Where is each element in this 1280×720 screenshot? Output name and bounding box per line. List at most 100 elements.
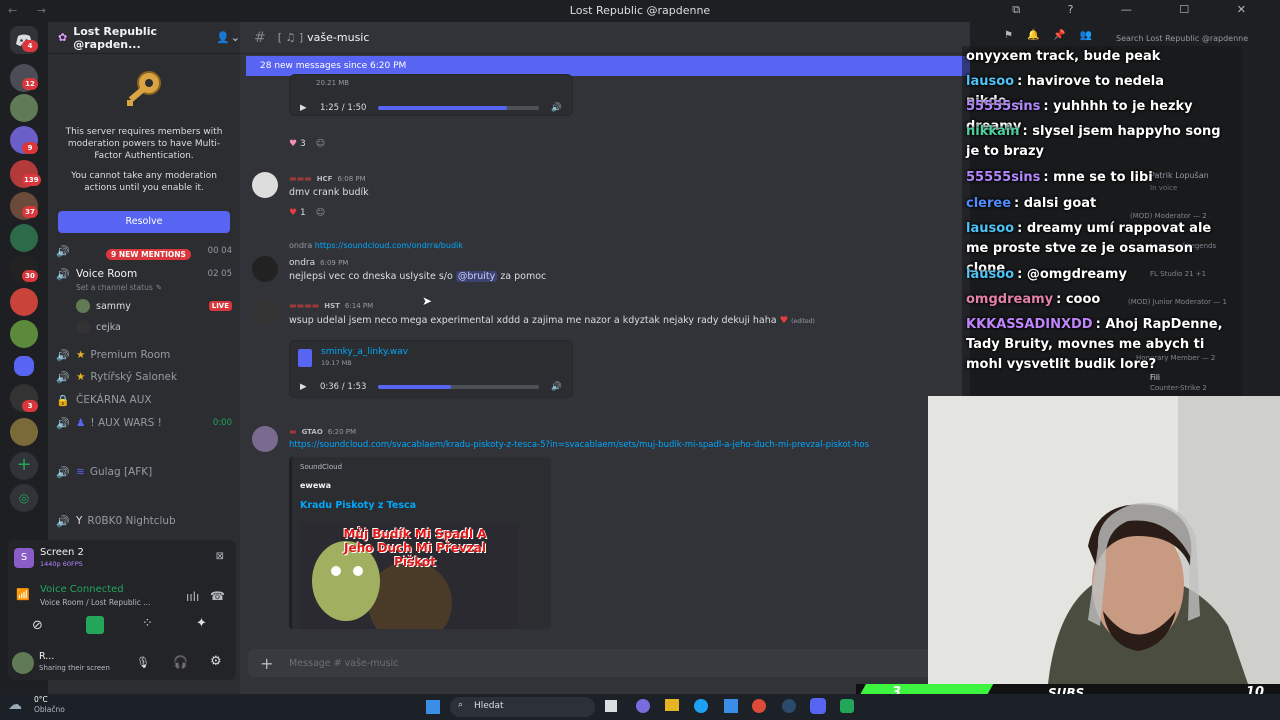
search-input[interactable]: Search Lost Republic @rapdenne <box>1110 31 1270 47</box>
message-composer[interactable]: + Message # vaše-music <box>248 649 962 677</box>
add-server-icon[interactable]: + <box>10 452 38 480</box>
server-icon[interactable] <box>10 224 38 252</box>
speaker-icon: 🔊 <box>56 267 70 281</box>
file-explorer-icon[interactable] <box>665 699 679 711</box>
channel-timer: 0:00 <box>212 418 232 428</box>
embed-author[interactable]: ewewa <box>300 481 331 490</box>
screen-quality: 1440p 60FPS <box>40 560 83 568</box>
screen-share-icon[interactable] <box>86 616 104 634</box>
audio-progress[interactable] <box>378 106 540 110</box>
message-text-b: za pomoc <box>500 271 547 282</box>
new-mentions-badge[interactable]: 9 NEW MENTIONS <box>106 249 191 260</box>
guild-header[interactable]: ✿ Lost Republic @rapden... ⌄ 👤 <box>48 22 240 54</box>
username-blurred[interactable]: ▬▬▬▬ <box>289 301 319 310</box>
chrome-icon[interactable] <box>752 699 766 713</box>
voice-channel[interactable]: 🔊 ★ Rytířský Salonek <box>56 367 232 387</box>
voice-location[interactable]: Voice Room / Lost Republic ... <box>40 598 150 607</box>
mention[interactable]: @bruity <box>455 271 498 282</box>
embed-title[interactable]: Kradu Piskoty z Tesca <box>300 500 416 511</box>
voice-channel[interactable]: 🔊 ♟ ! AUX WARS ! 0:00 <box>56 413 232 433</box>
avatar[interactable] <box>252 172 278 198</box>
speaker-icon: 🔊 <box>56 416 70 430</box>
speaker-icon: 🔊 <box>56 244 70 258</box>
disconnect-icon[interactable]: ☎ <box>210 589 225 603</box>
weather-temp[interactable]: 0°C <box>34 695 48 704</box>
avatar[interactable] <box>12 652 34 674</box>
username[interactable]: ondra <box>289 258 315 268</box>
reaction-heart[interactable]: ♥ 3 <box>289 139 306 149</box>
username-blurred[interactable]: ▬▬▬ <box>289 174 312 183</box>
message-text: dmv crank budík <box>289 187 369 198</box>
windows-start-icon[interactable] <box>426 700 440 714</box>
weather-desc[interactable]: Oblačno <box>34 705 65 714</box>
chat-line: lausoo: @omgdreamy <box>966 265 1216 285</box>
reaction-heart[interactable]: ♥ 1 <box>289 208 306 218</box>
add-attachment-icon[interactable]: + <box>260 654 273 673</box>
mic-icon[interactable]: 🎙 <box>136 656 150 669</box>
server-icon[interactable] <box>10 288 38 316</box>
voice-channel-voice-room[interactable]: 🔊 Voice Room 02 05 <box>56 264 232 284</box>
server-badge-icon: ✿ <box>58 31 68 44</box>
reaction-row: ♥ 3 ☺ <box>289 136 325 152</box>
play-icon[interactable]: ▶ <box>300 382 314 392</box>
new-messages-bar[interactable]: 28 new messages since 6:20 PM <box>246 56 970 76</box>
edge-icon[interactable] <box>694 699 708 713</box>
server-icon[interactable] <box>10 94 38 122</box>
voice-user[interactable]: cejka <box>76 320 121 334</box>
channel-count: 02 05 <box>207 269 232 279</box>
reply-link[interactable]: https://soundcloud.com/ondrra/budik <box>315 241 463 250</box>
chat-user: lausoo <box>966 267 1015 282</box>
chat-line-text: : cooo <box>1056 292 1101 307</box>
voice-user[interactable]: sammy LIVE <box>76 299 232 313</box>
reply-preview[interactable]: ondra https://soundcloud.com/ondrra/budi… <box>289 241 463 250</box>
voice-channel[interactable]: 🔊 Y R0BK0 Nightclub <box>56 511 232 531</box>
store-icon[interactable] <box>724 699 738 713</box>
task-view-icon[interactable] <box>605 700 617 712</box>
app-icon[interactable] <box>840 699 854 713</box>
avatar[interactable] <box>252 426 278 452</box>
add-reaction-icon[interactable]: ☺ <box>316 208 325 218</box>
embed-artwork[interactable]: Můj Budík Mi Spadl A Jeho Duch Mi Převza… <box>300 523 518 629</box>
folder-icon[interactable] <box>14 356 34 376</box>
taskbar-search-text: Hledat <box>474 701 504 711</box>
close-stream-icon[interactable]: ⊠ <box>216 551 224 562</box>
file-size: 19.17 MB <box>321 359 352 367</box>
discover-icon[interactable]: ◎ <box>10 484 38 512</box>
play-icon[interactable]: ▶ <box>300 103 314 113</box>
file-name[interactable]: sminky_a_linky.wav <box>321 347 408 357</box>
chat-user: lausoo <box>966 221 1015 236</box>
volume-icon[interactable]: 🔊 <box>551 103 562 113</box>
audio-time: 1:25 / 1:50 <box>320 103 367 113</box>
channel-status[interactable]: Set a channel status ✎ <box>76 283 162 292</box>
avatar[interactable] <box>252 256 278 282</box>
headphones-icon[interactable]: 🎧 <box>173 655 188 669</box>
add-reaction-icon[interactable]: ☺ <box>316 139 325 149</box>
camera-off-icon[interactable]: ⊘ <box>32 618 43 633</box>
settings-gear-icon[interactable]: ⚙ <box>210 654 222 669</box>
add-member-icon[interactable]: 👤 <box>216 31 230 44</box>
soundboard-rocket-icon[interactable]: ✦ <box>196 616 207 631</box>
steam-icon[interactable] <box>782 699 796 713</box>
soundboard-icon[interactable]: ıılı <box>186 590 199 604</box>
server-icon[interactable] <box>10 418 38 446</box>
voice-channel[interactable]: 🔒 ČEKÁRNA AUX <box>56 390 232 410</box>
voice-channel[interactable]: 🔊 ≋ Gulag [AFK] <box>56 462 232 482</box>
voice-channel[interactable]: 🔊 ★ Premium Room <box>56 345 232 365</box>
copilot-icon[interactable] <box>636 699 650 713</box>
taskbar-search[interactable]: ⌕ Hledat <box>450 697 595 717</box>
avatar[interactable] <box>252 300 278 326</box>
cocktail-icon: Y <box>76 515 83 527</box>
resolve-button[interactable]: Resolve <box>58 211 230 233</box>
message-header: ▬ GTAO 6:20 PM <box>289 427 356 436</box>
server-icon[interactable] <box>10 320 38 348</box>
discord-icon[interactable] <box>810 698 826 714</box>
voice-status[interactable]: Voice Connected <box>40 584 124 595</box>
username-blurred[interactable]: ▬ <box>289 427 297 436</box>
activities-icon[interactable]: ⁘ <box>142 616 153 631</box>
volume-icon[interactable]: 🔊 <box>551 382 562 392</box>
message-link[interactable]: https://soundcloud.com/svacablaem/kradu-… <box>289 440 929 450</box>
header-toolbar[interactable]: ⚑🔔📌👥 <box>1004 30 1106 41</box>
window-controls[interactable]: ⧉ ? — ☐ ✕ <box>1012 3 1268 17</box>
guild-tag: GTAO <box>301 427 323 436</box>
audio-progress[interactable] <box>378 385 540 389</box>
